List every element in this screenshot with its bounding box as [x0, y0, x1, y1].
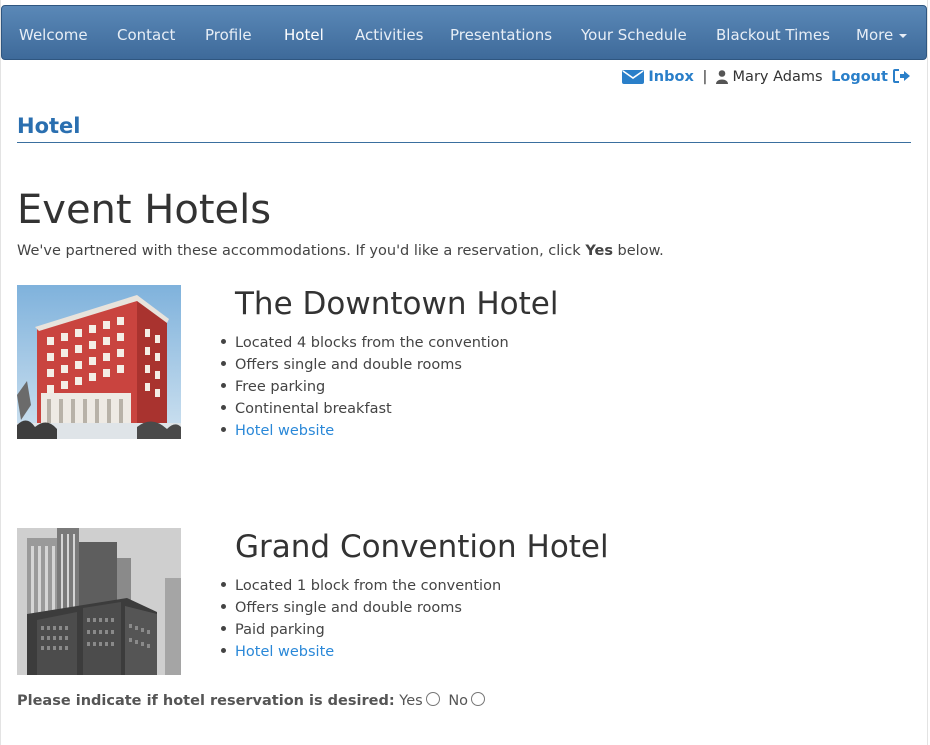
envelope-icon	[621, 70, 644, 84]
no-label: No	[448, 693, 469, 709]
list-item: Paid parking	[221, 619, 501, 641]
feature-text: Free parking	[235, 379, 326, 395]
nav-presentations[interactable]: Presentations	[450, 6, 552, 59]
caret-down-icon	[899, 34, 908, 38]
grand-convention-hotel-image	[17, 528, 181, 675]
list-item: Offers single and double rooms	[221, 597, 501, 619]
nav-contact[interactable]: Contact	[117, 6, 175, 59]
bullet-icon	[221, 339, 226, 344]
intro-suffix: below.	[612, 243, 664, 259]
userbar-separator: |	[702, 69, 708, 85]
feature-text: Continental breakfast	[235, 401, 392, 417]
intro-text: We've partnered with these accommodation…	[17, 243, 664, 259]
yes-radio[interactable]	[425, 692, 440, 706]
yes-label: Yes	[399, 693, 423, 709]
hotel-name: The Downtown Hotel	[235, 286, 559, 322]
nav-more-label: More	[856, 26, 894, 44]
list-item: Hotel website	[221, 641, 501, 663]
bullet-icon	[221, 383, 226, 388]
list-item: Offers single and double rooms	[221, 354, 509, 376]
list-item: Located 1 block from the convention	[221, 575, 501, 597]
section-header: Hotel	[17, 112, 911, 143]
feature-text: Located 4 blocks from the convention	[235, 335, 509, 351]
nav-blackout-times[interactable]: Blackout Times	[716, 6, 830, 59]
nav-hotel[interactable]: Hotel	[284, 6, 324, 59]
page-title: Event Hotels	[17, 187, 272, 233]
list-item: Located 4 blocks from the convention	[221, 332, 509, 354]
hotel-feature-list: Located 1 block from the convention Offe…	[221, 575, 501, 663]
hotel-website-link[interactable]: Hotel website	[235, 644, 334, 660]
nav-activities[interactable]: Activities	[355, 6, 423, 59]
nav-more-dropdown[interactable]: More	[856, 6, 908, 59]
bullet-icon	[221, 582, 226, 587]
no-radio[interactable]	[471, 692, 486, 706]
user-icon	[715, 70, 728, 84]
feature-text: Offers single and double rooms	[235, 600, 462, 616]
list-item: Hotel website	[221, 420, 509, 442]
logout-link[interactable]: Logout	[831, 69, 911, 85]
bullet-icon	[221, 648, 226, 653]
section-title: Hotel	[17, 114, 81, 138]
bullet-icon	[221, 405, 226, 410]
logout-label: Logout	[831, 69, 888, 85]
feature-text: Paid parking	[235, 622, 325, 638]
reservation-question: Please indicate if hotel reservation is …	[17, 692, 486, 709]
bullet-icon	[221, 626, 226, 631]
intro-prefix: We've partnered with these accommodation…	[17, 243, 586, 259]
hotel-feature-list: Located 4 blocks from the convention Off…	[221, 332, 509, 442]
nav-profile[interactable]: Profile	[205, 6, 252, 59]
logout-icon	[893, 69, 910, 83]
bullet-icon	[221, 604, 226, 609]
intro-bold: Yes	[585, 243, 613, 259]
bullet-icon	[221, 361, 226, 366]
hotel-website-link[interactable]: Hotel website	[235, 423, 334, 439]
hotel-name: Grand Convention Hotel	[235, 529, 609, 565]
list-item: Continental breakfast	[221, 398, 509, 420]
bullet-icon	[221, 427, 226, 432]
user-name: Mary Adams	[732, 69, 823, 85]
user-bar: Inbox | Mary Adams Logout	[621, 69, 911, 89]
inbox-link[interactable]: Inbox	[648, 69, 693, 85]
list-item: Free parking	[221, 376, 509, 398]
top-navbar: Welcome Contact Profile Hotel Activities…	[1, 5, 927, 60]
reservation-label: Please indicate if hotel reservation is …	[17, 693, 395, 709]
feature-text: Located 1 block from the convention	[235, 578, 502, 594]
nav-your-schedule[interactable]: Your Schedule	[581, 6, 687, 59]
nav-welcome[interactable]: Welcome	[19, 6, 88, 59]
feature-text: Offers single and double rooms	[235, 357, 462, 373]
downtown-hotel-image	[17, 285, 181, 439]
